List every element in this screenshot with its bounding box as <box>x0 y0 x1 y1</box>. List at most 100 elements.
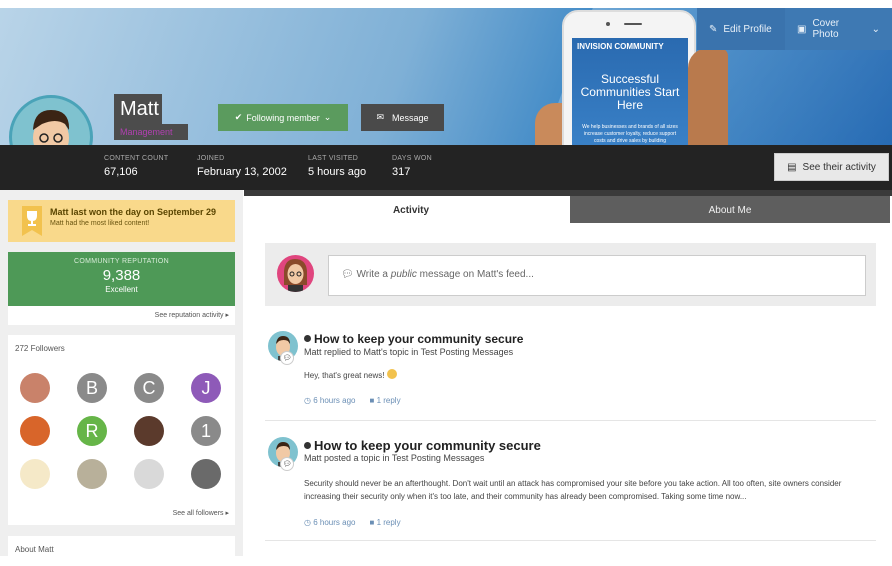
follower-avatar[interactable]: 1 <box>191 416 221 446</box>
follower-avatar[interactable]: C <box>134 373 164 403</box>
hand-fingers <box>688 48 728 145</box>
speech-bubble-icon: 💬︎ <box>341 269 354 280</box>
stat-label: LAST VISITED <box>308 155 359 162</box>
phone-camera <box>606 22 610 26</box>
reputation-level: Excellent <box>105 285 138 294</box>
trophy-icon <box>22 206 42 236</box>
cover-photo-button[interactable]: ▣ Cover Photo ⌄ <box>785 8 892 50</box>
composer-em: public <box>390 269 417 280</box>
see-activity-button[interactable]: ▤ See their activity <box>774 153 889 181</box>
chevron-down-icon: ⌄ <box>871 23 880 35</box>
phone-ad: INVISION COMMUNITY Successful Communitie… <box>562 10 696 145</box>
stat-label: CONTENT COUNT <box>104 155 169 162</box>
ad-brand: INVISION COMMUNITY <box>577 42 664 51</box>
follower-avatar[interactable]: B <box>77 373 107 403</box>
check-user-icon: ✔︎ <box>234 112 243 122</box>
feed-replies-link[interactable]: ■ 1 reply <box>369 396 400 405</box>
follower-avatar[interactable]: R <box>77 416 107 446</box>
clock-icon: ◷ <box>304 396 311 405</box>
feed-subtitle: Matt posted a topic in Test Posting Mess… <box>304 453 485 463</box>
status-composer: 💬︎ Write a public message on Matt's feed… <box>265 243 876 306</box>
feed-title: How to keep your community secure <box>314 332 524 346</box>
topic-badge-icon: 💬︎ <box>280 457 294 471</box>
follower-avatar[interactable] <box>77 459 107 489</box>
see-all-label: See all followers <box>172 510 224 517</box>
feed-body: Hey, that's great news! <box>304 369 876 382</box>
feed-title-link[interactable]: How to keep your community secure <box>304 332 523 346</box>
reputation-value: 9,388 <box>102 267 141 284</box>
feed-time: 6 hours ago <box>313 396 356 405</box>
follow-label: Following member <box>246 112 320 123</box>
phone-speaker <box>624 23 642 25</box>
feed-title-link[interactable]: How to keep your community secure <box>304 438 541 453</box>
message-button[interactable]: ✉ Message <box>361 104 444 131</box>
cover-photo-label: Cover Photo <box>812 18 840 40</box>
caret-right-icon: ▸ <box>225 312 229 319</box>
profile-tabs: Activity About Me <box>252 196 890 223</box>
stat-value: 67,106 <box>104 166 138 178</box>
image-icon: ▣ <box>797 23 807 35</box>
follower-avatar[interactable] <box>191 459 221 489</box>
viewer-avatar <box>277 255 314 292</box>
chevron-down-icon: ⌄ <box>323 112 332 122</box>
feed-meta: ◷ 6 hours ago ■ 1 reply <box>304 396 401 405</box>
profile-group: Management <box>114 124 188 140</box>
tab-about-me[interactable]: About Me <box>570 196 890 223</box>
reputation-link-label: See reputation activity <box>154 312 224 319</box>
feed-replies: 1 reply <box>376 518 401 527</box>
stat-value: February 13, 2002 <box>197 166 287 178</box>
composer-pre: Write a <box>356 269 391 280</box>
follower-avatar[interactable] <box>20 373 50 403</box>
feed-meta: ◷ 6 hours ago ■ 1 reply <box>304 518 401 527</box>
reputation-box: COMMUNITY REPUTATION 9,388 Excellent <box>8 252 235 306</box>
stat-joined: JOINED February 13, 2002 <box>197 155 287 178</box>
reputation-activity-link[interactable]: See reputation activity ▸ <box>8 306 235 325</box>
stat-value: 317 <box>392 166 411 178</box>
stats-bar: CONTENT COUNT 67,106 JOINED February 13,… <box>0 145 892 190</box>
avatar-face-icon <box>284 259 307 292</box>
follower-avatar[interactable]: J <box>191 373 221 403</box>
stat-label: JOINED <box>197 155 225 162</box>
tab-activity[interactable]: Activity <box>252 196 570 223</box>
unread-dot <box>304 442 311 449</box>
status-input[interactable]: 💬︎ Write a public message on Matt's feed… <box>328 255 866 296</box>
profile-name: Matt <box>114 94 162 124</box>
comment-icon: ■ <box>369 518 375 527</box>
following-member-button[interactable]: ✔︎ Following member ⌄ <box>218 104 348 131</box>
about-box: About Matt <box>8 536 235 566</box>
feed-item: 💬︎ How to keep your community secure Mat… <box>265 331 876 416</box>
smile-icon <box>386 369 397 379</box>
follower-avatar[interactable] <box>134 416 164 446</box>
top-strip <box>0 0 892 8</box>
phone-screen: INVISION COMMUNITY Successful Communitie… <box>572 38 688 145</box>
edit-profile-label: Edit Profile <box>723 23 772 35</box>
follower-avatar[interactable] <box>134 459 164 489</box>
feed-title: How to keep your community secure <box>314 438 541 453</box>
feed-time: 6 hours ago <box>313 518 356 527</box>
clock-icon: ◷ <box>304 518 311 527</box>
envelope-icon: ✉ <box>376 112 384 122</box>
edit-profile-button[interactable]: ✎ Edit Profile <box>697 8 785 50</box>
feed-time-link[interactable]: ◷ 6 hours ago <box>304 518 355 527</box>
stat-last-visited: LAST VISITED 5 hours ago <box>308 155 366 178</box>
ad-headline: Successful Communities Start Here <box>580 72 680 112</box>
feed-replies-link[interactable]: ■ 1 reply <box>369 518 400 527</box>
caret-right-icon: ▸ <box>225 510 229 517</box>
follower-avatar[interactable] <box>20 459 50 489</box>
ad-small-text: We help businesses and brands of all siz… <box>582 124 678 144</box>
won-subtitle: Matt had the most liked content! <box>50 220 150 227</box>
feed-time-link[interactable]: ◷ 6 hours ago <box>304 396 355 405</box>
comment-icon: ■ <box>369 396 375 405</box>
stat-value: 5 hours ago <box>308 166 367 178</box>
see-all-followers-link[interactable]: See all followers ▸ <box>173 509 229 517</box>
reputation-label: COMMUNITY REPUTATION <box>73 258 170 265</box>
feed-replies: 1 reply <box>376 396 401 405</box>
message-label: Message <box>392 112 429 123</box>
stat-days-won: DAYS WON 317 <box>392 155 432 178</box>
stat-content-count: CONTENT COUNT 67,106 <box>104 155 168 178</box>
follower-avatar[interactable] <box>20 416 50 446</box>
day-winner-box: Matt last won the day on September 29 Ma… <box>8 200 235 242</box>
feed-body: Security should never be an afterthought… <box>304 479 842 501</box>
feed-divider <box>265 540 876 541</box>
see-activity-label: See their activity <box>802 161 876 173</box>
